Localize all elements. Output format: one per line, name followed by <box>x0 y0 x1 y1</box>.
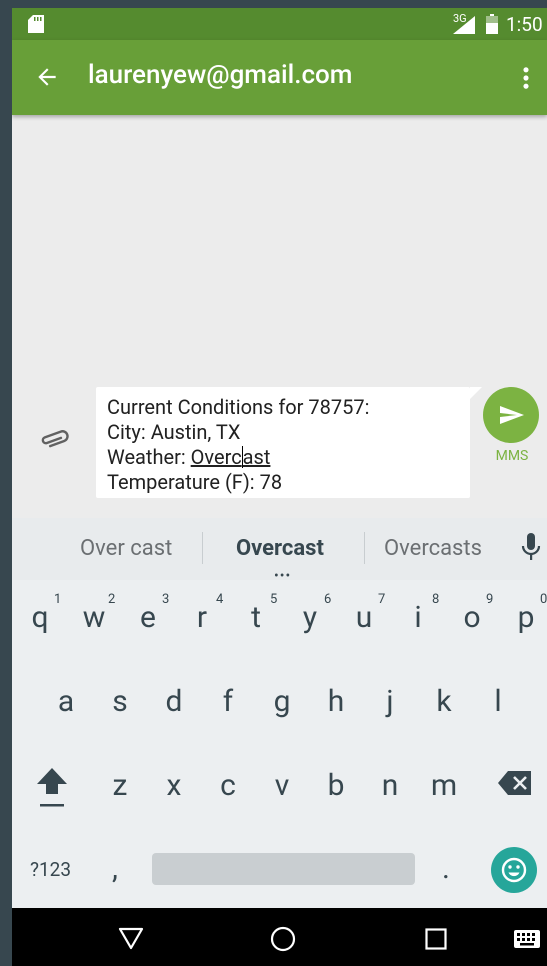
key-q[interactable]: q <box>14 600 66 635</box>
signal-icon <box>453 16 475 34</box>
navigation-bar <box>12 908 547 966</box>
nav-back-icon[interactable] <box>118 926 144 950</box>
more-vert-icon[interactable] <box>512 64 540 92</box>
space-bar[interactable] <box>152 853 415 885</box>
backspace-icon[interactable] <box>497 770 533 796</box>
message-line-3: Weather: Overcast <box>107 445 467 470</box>
symbols-key[interactable]: ?123 <box>30 858 71 881</box>
send-button[interactable] <box>483 387 539 443</box>
key-u[interactable]: u <box>338 600 390 635</box>
weather-word-part-2: ast <box>242 445 271 469</box>
key-x[interactable]: x <box>148 768 200 803</box>
key-e[interactable]: e <box>122 600 174 635</box>
weather-word-part-1: Overc <box>190 445 242 469</box>
key-z[interactable]: z <box>94 768 146 803</box>
weather-prefix: Weather: <box>107 445 191 469</box>
key-h[interactable]: h <box>310 684 362 719</box>
message-line-1: Current Conditions for 78757: <box>107 395 370 419</box>
message-input[interactable]: Current Conditions for 78757: City: Aust… <box>107 395 467 495</box>
shift-icon[interactable] <box>34 764 70 810</box>
key-f[interactable]: f <box>202 684 254 719</box>
key-a[interactable]: a <box>40 684 92 719</box>
key-w[interactable]: w <box>68 600 120 635</box>
suggestion-2[interactable]: Overcast <box>236 536 324 561</box>
key-comma[interactable]: , <box>112 851 118 886</box>
key-n[interactable]: n <box>364 768 416 803</box>
sd-card-icon <box>28 15 44 33</box>
key-y[interactable]: y <box>284 600 336 635</box>
status-bar: 3G 1:50 <box>12 8 547 40</box>
key-d[interactable]: d <box>148 684 200 719</box>
suggestion-1[interactable]: Over cast <box>80 536 172 561</box>
suggestion-divider <box>364 532 365 564</box>
key-r[interactable]: r <box>176 600 228 635</box>
weather-word: Overcast <box>191 445 271 469</box>
key-t[interactable]: t <box>230 600 282 635</box>
soft-keyboard: Over cast Overcast Overcasts ••• 1 2 3 4… <box>12 518 547 908</box>
key-c[interactable]: c <box>202 768 254 803</box>
keyboard-switch-icon[interactable] <box>514 930 540 948</box>
back-arrow-icon[interactable] <box>34 64 60 90</box>
mms-label: MMS <box>495 448 529 464</box>
key-m[interactable]: m <box>418 768 470 803</box>
send-icon <box>500 406 524 424</box>
key-g[interactable]: g <box>256 684 308 719</box>
message-line-4: Temperature (F): 78 <box>107 470 283 494</box>
suggestion-strip: Over cast Overcast Overcasts ••• <box>12 518 547 584</box>
key-v[interactable]: v <box>256 768 308 803</box>
key-i[interactable]: i <box>392 600 444 635</box>
message-line-2: City: Austin, TX <box>107 420 241 444</box>
suggestion-3[interactable]: Overcasts <box>384 536 482 561</box>
key-l[interactable]: l <box>472 684 524 719</box>
screen: 3G 1:50 laurenyew@gmail.com Current Cond… <box>12 8 547 966</box>
emoji-icon <box>501 857 527 883</box>
more-suggestions-dots: ••• <box>274 568 292 584</box>
mic-icon[interactable] <box>520 532 542 562</box>
nav-recents-icon[interactable] <box>425 928 447 950</box>
key-p[interactable]: p <box>500 600 547 635</box>
status-time: 1:50 <box>506 13 543 36</box>
attach-icon[interactable] <box>38 428 72 450</box>
key-s[interactable]: s <box>94 684 146 719</box>
key-period[interactable]: . <box>442 851 450 886</box>
key-j[interactable]: j <box>364 684 416 719</box>
nav-home-icon[interactable] <box>270 926 296 952</box>
key-k[interactable]: k <box>418 684 470 719</box>
key-o[interactable]: o <box>446 600 498 635</box>
key-b[interactable]: b <box>310 768 362 803</box>
suggestion-divider <box>202 532 203 564</box>
bubble-tail <box>470 387 482 399</box>
emoji-key[interactable] <box>491 847 537 893</box>
conversation-title: laurenyew@gmail.com <box>88 60 353 90</box>
app-bar: laurenyew@gmail.com <box>12 40 547 115</box>
battery-icon <box>486 14 498 34</box>
